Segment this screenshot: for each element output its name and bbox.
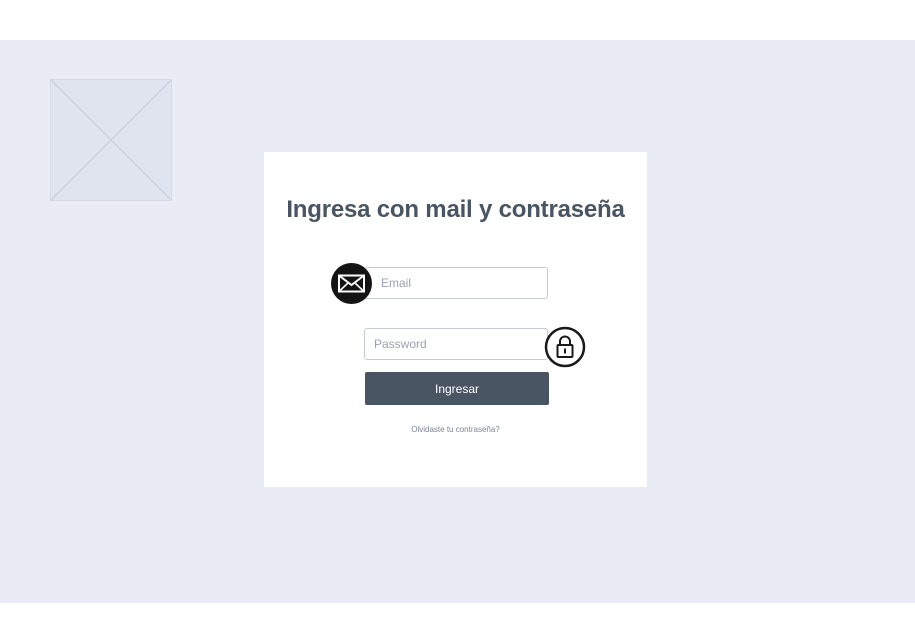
image-placeholder-icon	[51, 80, 171, 200]
password-field[interactable]	[364, 328, 548, 360]
envelope-icon	[331, 263, 372, 304]
login-title: Ingresa con mail y contraseña	[286, 196, 625, 223]
image-placeholder	[50, 79, 172, 201]
submit-button[interactable]: Ingresar	[365, 372, 549, 405]
lock-icon	[544, 326, 586, 368]
email-field[interactable]	[364, 267, 548, 299]
login-card: Ingresa con mail y contraseña Ingresar O…	[264, 152, 647, 487]
forgot-password-link[interactable]: Olvidaste tu contraseña?	[264, 425, 647, 434]
